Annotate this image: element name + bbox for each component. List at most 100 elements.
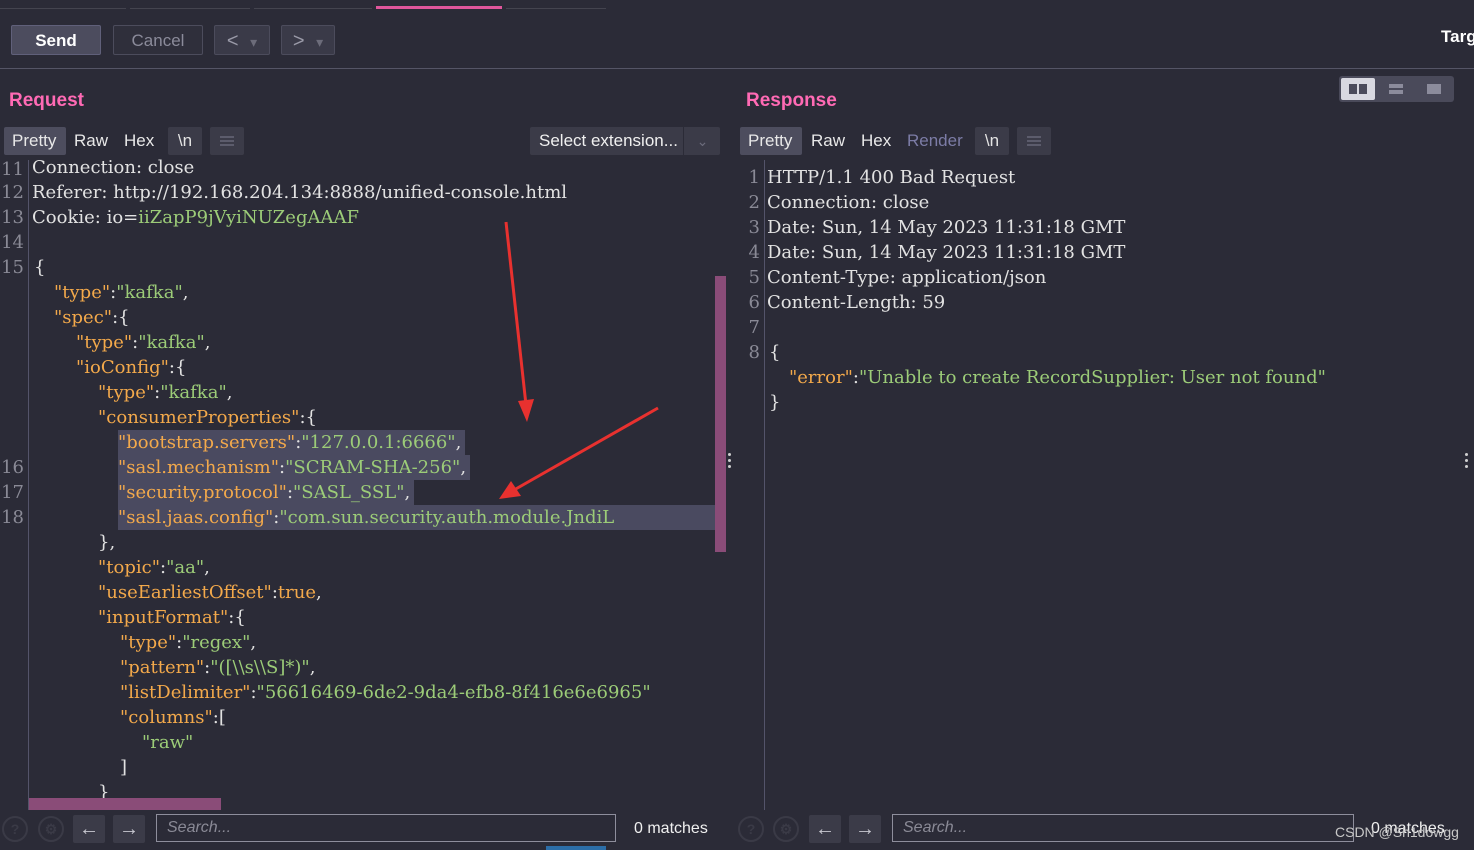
newline-toggle[interactable]: \n bbox=[975, 127, 1009, 155]
newline-toggle[interactable]: \n bbox=[168, 127, 202, 155]
code-line: "consumerProperties":{ bbox=[98, 407, 317, 428]
back-arrow-icon: < bbox=[226, 30, 239, 52]
help-icon[interactable]: ? bbox=[738, 816, 764, 842]
tab-pretty[interactable]: Pretty bbox=[4, 127, 66, 155]
split-vertical-icon[interactable] bbox=[1379, 78, 1413, 100]
gutter-divider bbox=[28, 160, 29, 810]
line-number: 4 bbox=[748, 242, 760, 263]
code-line: }, bbox=[98, 532, 116, 553]
code-line: { bbox=[769, 342, 781, 363]
code-line: "topic":"aa", bbox=[98, 557, 210, 578]
tab-raw[interactable]: Raw bbox=[803, 127, 853, 155]
tab-pretty[interactable]: Pretty bbox=[740, 127, 802, 155]
forward-arrow-icon[interactable]: → bbox=[113, 815, 145, 843]
code-line: "type":"regex", bbox=[120, 632, 257, 653]
line-number: 15 bbox=[1, 257, 24, 278]
request-code: Connection: close Referer: http://192.16… bbox=[32, 157, 722, 811]
history-forward-button[interactable]: > ▾ bbox=[281, 25, 335, 55]
code-line: "type":"kafka", bbox=[98, 382, 233, 403]
target-label[interactable]: Targ bbox=[1441, 27, 1474, 47]
code-line: Content-Type: application/json bbox=[767, 267, 1047, 288]
vertical-scrollbar[interactable] bbox=[715, 276, 726, 552]
line-number: 16 bbox=[1, 457, 24, 478]
request-search bbox=[156, 814, 616, 842]
chevron-down-icon[interactable]: ▾ bbox=[250, 34, 257, 50]
settings-icon[interactable]: ⚙ bbox=[773, 816, 799, 842]
search-input[interactable] bbox=[893, 815, 1353, 841]
layout-toggle[interactable] bbox=[1339, 76, 1454, 102]
search-input[interactable] bbox=[157, 815, 615, 841]
repeater-tab[interactable] bbox=[506, 0, 606, 9]
repeater-tab[interactable] bbox=[130, 0, 250, 9]
match-count: 0 matches bbox=[634, 820, 708, 837]
tab-hex[interactable]: Hex bbox=[116, 127, 162, 155]
forward-arrow-icon[interactable]: → bbox=[849, 815, 881, 843]
code-line: Date: Sun, 14 May 2023 11:31:18 GMT bbox=[767, 242, 1126, 263]
right-pane-splitter[interactable] bbox=[1464, 453, 1470, 473]
code-line: "pattern":"([\\s\\S]*)", bbox=[120, 657, 316, 678]
tab-render[interactable]: Render bbox=[899, 127, 971, 155]
repeater-tab[interactable] bbox=[0, 0, 126, 9]
code-line: } bbox=[769, 392, 781, 413]
line-number: 13 bbox=[1, 207, 24, 228]
line-number: 11 bbox=[1, 159, 24, 180]
horizontal-scrollbar[interactable] bbox=[29, 798, 221, 810]
code-line: "listDelimiter":"56616469-6de2-9da4-efb8… bbox=[120, 682, 651, 703]
line-number: 18 bbox=[1, 507, 24, 528]
code-line: "bootstrap.servers":"127.0.0.1:6666", bbox=[118, 430, 466, 455]
code-line: "security.protocol":"SASL_SSL", bbox=[118, 480, 415, 505]
settings-icon[interactable]: ⚙ bbox=[38, 816, 64, 842]
code-line: "sasl.mechanism":"SCRAM-SHA-256", bbox=[118, 455, 471, 480]
code-line: "raw" bbox=[142, 732, 194, 753]
gutter-divider bbox=[764, 160, 765, 810]
code-line: "error":"Unable to create RecordSupplier… bbox=[789, 367, 1326, 388]
line-number: 8 bbox=[748, 342, 760, 363]
line-number: 14 bbox=[1, 232, 24, 253]
code-line: "useEarliestOffset":true, bbox=[98, 582, 322, 603]
response-title: Response bbox=[746, 90, 837, 111]
tab-strip bbox=[0, 0, 1474, 10]
line-number: 5 bbox=[748, 267, 760, 288]
back-arrow-icon[interactable]: ← bbox=[73, 815, 105, 843]
request-editor[interactable]: 11 12 13 14 15 16 17 18 Connection: clos… bbox=[0, 157, 726, 811]
menu-icon[interactable] bbox=[210, 127, 244, 155]
code-line: Date: Sun, 14 May 2023 11:31:18 GMT bbox=[767, 217, 1126, 238]
code-line: HTTP/1.1 400 Bad Request bbox=[767, 167, 1016, 188]
chevron-down-icon: ⌄ bbox=[683, 127, 721, 155]
code-line: Connection: close bbox=[32, 157, 195, 178]
tab-hex[interactable]: Hex bbox=[853, 127, 899, 155]
line-number: 2 bbox=[748, 192, 760, 213]
code-line: "ioConfig":{ bbox=[76, 357, 187, 378]
request-view-tabs: Pretty Raw Hex \n bbox=[4, 127, 254, 157]
history-back-button[interactable]: < ▾ bbox=[214, 25, 270, 55]
code-line: Referer: http://192.168.204.134:8888/uni… bbox=[32, 182, 568, 203]
select-extension-dropdown[interactable]: Select extension... ⌄ bbox=[530, 127, 720, 155]
line-number: 7 bbox=[748, 317, 760, 338]
active-tab-indicator[interactable] bbox=[376, 6, 502, 9]
cancel-button[interactable]: Cancel bbox=[113, 25, 203, 55]
response-code: HTTP/1.1 400 Bad Request Connection: clo… bbox=[767, 160, 1457, 810]
back-arrow-icon[interactable]: ← bbox=[809, 815, 841, 843]
watermark: CSDN @Sh1dowgg bbox=[1335, 824, 1459, 840]
pane-splitter[interactable] bbox=[726, 160, 732, 810]
send-button[interactable]: Send bbox=[11, 25, 101, 55]
help-icon[interactable]: ? bbox=[2, 816, 28, 842]
code-line: Cookie: io=iiZapP9jVyiNUZegAAAF bbox=[32, 207, 359, 228]
response-search bbox=[892, 814, 1354, 842]
status-indicator bbox=[546, 846, 606, 850]
tab-raw[interactable]: Raw bbox=[66, 127, 116, 155]
select-extension-label: Select extension... bbox=[539, 131, 678, 150]
single-panel-icon[interactable] bbox=[1417, 78, 1451, 100]
menu-icon[interactable] bbox=[1017, 127, 1051, 155]
request-title: Request bbox=[9, 90, 84, 111]
chevron-down-icon[interactable]: ▾ bbox=[316, 34, 323, 50]
code-line: ] bbox=[120, 757, 128, 778]
split-horizontal-icon[interactable] bbox=[1341, 78, 1375, 100]
code-line: "type":"kafka", bbox=[76, 332, 211, 353]
line-number: 3 bbox=[748, 217, 760, 238]
code-line: { bbox=[34, 257, 46, 278]
repeater-tab[interactable] bbox=[254, 0, 372, 9]
response-editor[interactable]: 1 2 3 4 5 6 7 8 HTTP/1.1 400 Bad Request… bbox=[738, 160, 1458, 810]
line-number: 17 bbox=[1, 482, 24, 503]
code-line: "columns":[ bbox=[120, 707, 226, 728]
